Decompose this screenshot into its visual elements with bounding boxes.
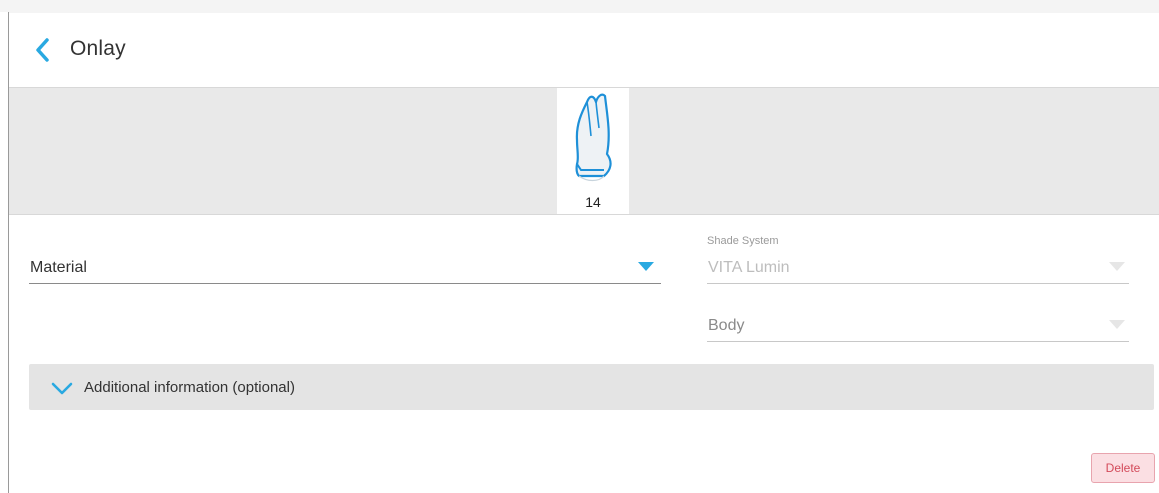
dropdown-arrow-icon — [1109, 262, 1125, 271]
body-value: Body — [708, 317, 745, 334]
panel-header: Onlay — [9, 13, 1159, 87]
onlay-panel: Onlay 14 Material Shade System VITA Lumi… — [9, 13, 1159, 493]
chevron-down-icon — [51, 382, 73, 395]
dropdown-arrow-icon — [638, 262, 654, 271]
shade-system-label: Shade System — [707, 235, 779, 247]
chevron-left-icon — [36, 38, 49, 62]
window-top-edge — [0, 0, 1159, 14]
shade-system-select[interactable]: VITA Lumin — [707, 249, 1129, 284]
dropdown-arrow-icon — [1109, 320, 1125, 329]
tooth-icon — [575, 93, 612, 182]
body-select[interactable]: Body — [707, 307, 1129, 342]
additional-information-label: Additional information (optional) — [84, 379, 295, 396]
additional-information-toggle[interactable]: Additional information (optional) — [29, 364, 1154, 410]
tooth-diagram-band: 14 — [9, 87, 1159, 215]
shade-system-value: VITA Lumin — [708, 259, 790, 276]
delete-button[interactable]: Delete — [1091, 453, 1155, 483]
tooth-tile[interactable]: 14 — [557, 88, 629, 214]
tooth-number: 14 — [585, 194, 601, 210]
back-button[interactable] — [27, 35, 57, 65]
page-title: Onlay — [70, 37, 126, 60]
material-select[interactable]: Material — [29, 249, 661, 284]
window-left-edge — [0, 12, 9, 493]
material-value: Material — [30, 259, 87, 276]
